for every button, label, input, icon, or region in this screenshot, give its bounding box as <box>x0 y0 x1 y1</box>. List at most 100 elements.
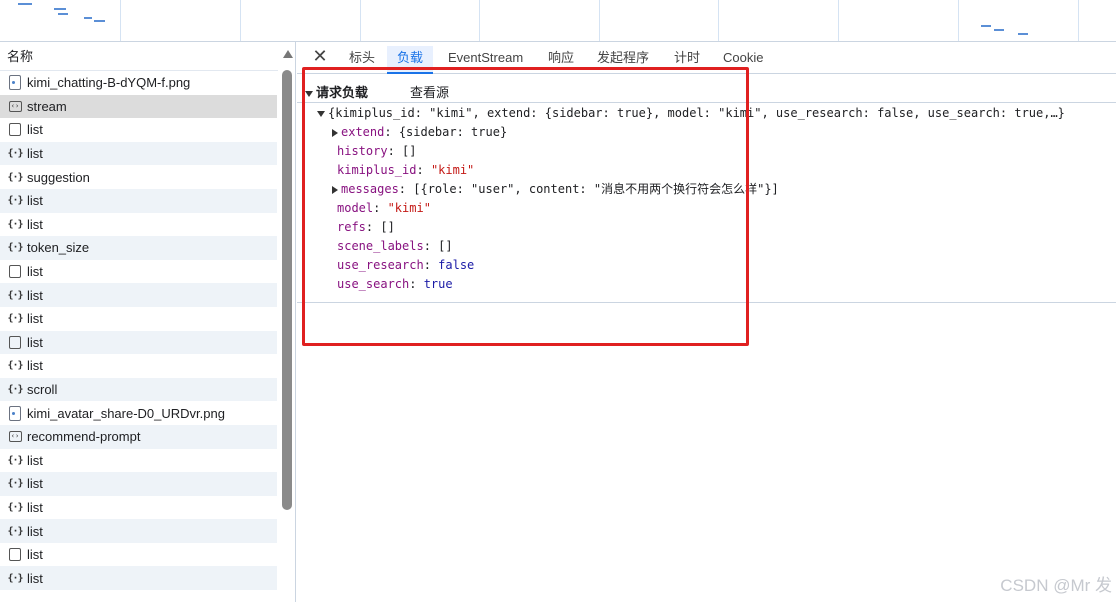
view-source-link[interactable]: 查看源 <box>410 82 449 101</box>
timeline-gridline <box>718 0 719 41</box>
request-row[interactable]: {·} list <box>0 354 277 378</box>
timeline-request-bar <box>94 20 105 22</box>
tab-cookies[interactable]: Cookie <box>723 50 763 74</box>
payload-key: history <box>337 144 388 158</box>
request-row[interactable]: list <box>0 260 277 284</box>
payload-field-kimiplus-id: kimiplus_id: "kimi" <box>337 161 474 180</box>
json-icon: {·} <box>7 242 23 254</box>
request-row[interactable]: list <box>0 118 277 142</box>
collapse-triangle-icon[interactable] <box>332 128 338 137</box>
payload-key: refs <box>337 220 366 234</box>
timeline-request-bar <box>994 29 1004 31</box>
payload-separator: : <box>416 163 431 177</box>
request-name: recommend-prompt <box>27 429 141 445</box>
payload-field-scene-labels: scene_labels: [] <box>337 237 453 256</box>
request-row[interactable]: {·} list <box>0 141 277 166</box>
request-row[interactable]: kimi_chatting-B-dYQM-f.png <box>0 71 277 95</box>
request-row[interactable]: {·} list <box>0 519 277 543</box>
scroll-up-arrow-icon[interactable] <box>283 50 293 58</box>
payload-field-messages[interactable]: messages: [{role: "user", content: "消息不用… <box>332 180 779 199</box>
request-row[interactable]: {·} list <box>0 496 277 520</box>
payload-root-line[interactable]: {kimiplus_id: "kimi", extend: {sidebar: … <box>317 104 1065 123</box>
request-row[interactable]: {·} scroll <box>0 377 277 402</box>
request-name: list <box>27 499 43 515</box>
request-row[interactable]: {·} list <box>0 188 277 213</box>
request-row[interactable]: list <box>0 330 277 355</box>
request-name: list <box>27 122 43 138</box>
request-row[interactable]: {·} suggestion <box>0 165 277 189</box>
payload-separator: : <box>387 144 403 158</box>
request-row[interactable]: {·} list <box>0 213 277 237</box>
collapse-triangle-icon[interactable] <box>332 185 338 194</box>
timeline-request-bar <box>981 25 991 27</box>
payload-value: false <box>438 258 475 272</box>
payload-field-extend[interactable]: extend: {sidebar: true} <box>332 123 507 142</box>
timeline-gridline <box>479 0 480 41</box>
timeline-gridline <box>1078 0 1079 41</box>
request-row[interactable]: {·} list <box>0 283 277 307</box>
payload-key: extend <box>341 125 385 139</box>
request-row[interactable]: {·} list <box>0 449 277 473</box>
payload-value: true <box>423 277 453 291</box>
network-overview-timeline[interactable] <box>0 0 1116 42</box>
request-row[interactable]: {·} list <box>0 566 277 591</box>
request-row[interactable]: {·} list <box>0 472 277 496</box>
request-payload-toggle[interactable]: 请求负载 <box>305 82 368 101</box>
timeline-gridline <box>120 0 121 41</box>
json-icon: {·} <box>7 478 23 490</box>
payload-separator: : <box>423 258 439 272</box>
json-icon: {·} <box>7 572 23 584</box>
expand-triangle-icon <box>317 110 325 117</box>
request-row[interactable]: ‹› stream <box>0 94 277 119</box>
request-name: list <box>27 547 43 563</box>
detail-tabbar: ✕ 标头 负载 EventStream 响应 发起程序 计时 Cookie <box>297 42 1116 74</box>
request-name: kimi_chatting-B-dYQM-f.png <box>27 75 191 91</box>
timeline-request-bar <box>54 8 66 10</box>
payload-key: messages <box>341 182 399 196</box>
close-icon[interactable]: ✕ <box>311 47 329 66</box>
request-name: list <box>27 146 43 162</box>
payload-key: kimiplus_id <box>337 163 417 177</box>
timeline-gridline <box>599 0 600 41</box>
tab-timing[interactable]: 计时 <box>674 50 700 74</box>
tab-headers[interactable]: 标头 <box>349 50 375 74</box>
payload-tree: {kimiplus_id: "kimi", extend: {sidebar: … <box>297 104 1116 303</box>
request-list-panel: 名称 kimi_chatting-B-dYQM-f.png ‹› stream lis… <box>0 42 296 602</box>
tab-payload[interactable]: 负载 <box>387 46 434 74</box>
tab-response[interactable]: 响应 <box>548 50 574 74</box>
name-column-header[interactable]: 名称 <box>0 42 278 71</box>
payload-separator: : <box>384 125 399 139</box>
payload-separator: : <box>365 220 381 234</box>
json-icon: {·} <box>7 148 23 160</box>
timeline-gridline <box>240 0 241 41</box>
tab-initiator[interactable]: 发起程序 <box>597 50 649 74</box>
payload-summary: {kimiplus_id: "kimi", extend: {sidebar: … <box>328 106 1065 120</box>
request-row[interactable]: {·} list <box>0 307 277 331</box>
request-name: token_size <box>27 240 90 256</box>
request-name: list <box>27 216 43 232</box>
request-detail-panel: ✕ 标头 负载 EventStream 响应 发起程序 计时 Cookie 请求… <box>297 42 1116 602</box>
image-file-icon <box>7 75 23 91</box>
json-icon: {·} <box>7 289 23 301</box>
request-row[interactable]: ‹› recommend-prompt <box>0 424 277 449</box>
request-list-scrollbar[interactable] <box>280 42 294 602</box>
request-name: list <box>27 264 43 280</box>
image-file-icon <box>7 405 23 421</box>
tab-eventstream[interactable]: EventStream <box>448 50 523 74</box>
json-icon: {·} <box>7 195 23 207</box>
request-name: list <box>27 311 43 327</box>
payload-field-model: model: "kimi" <box>337 199 431 218</box>
payload-field-use-research: use_research: false <box>337 256 474 275</box>
request-name: list <box>27 334 43 350</box>
scroll-thumb[interactable] <box>282 70 292 510</box>
request-row[interactable]: kimi_avatar_share-D0_URDvr.png <box>0 401 277 425</box>
payload-key: use_search <box>337 277 410 291</box>
request-payload-title: 请求负载 <box>316 85 369 100</box>
document-icon <box>7 122 23 138</box>
request-name: list <box>27 476 43 492</box>
json-icon: {·} <box>7 384 23 396</box>
request-row[interactable]: list <box>0 543 277 567</box>
json-icon: {·} <box>7 360 23 372</box>
payload-field-refs: refs: [] <box>337 218 395 237</box>
request-row[interactable]: {·} token_size <box>0 236 277 260</box>
